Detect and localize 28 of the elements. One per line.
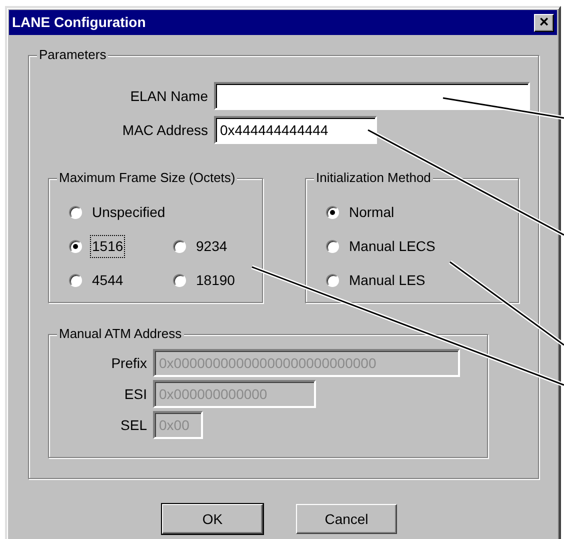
input-field[interactable]: 0x444444444444 (214, 116, 377, 144)
option-label: Unspecified (91, 202, 166, 222)
window-title: LANE Configuration (12, 13, 146, 32)
option-label: Manual LECS (348, 236, 436, 256)
field-label: ELAN Name (129, 86, 208, 106)
group-title: Maximum Frame Size (Octets) (57, 170, 238, 186)
option-label: 18190 (195, 270, 236, 290)
field-label: Prefix (110, 354, 147, 372)
radio-button[interactable] (326, 240, 339, 252)
input-field[interactable] (214, 82, 530, 110)
radio-button[interactable] (173, 240, 186, 252)
option-label: 1516 (90, 234, 126, 258)
radio-button[interactable] (69, 274, 82, 286)
option-label: 4544 (91, 270, 124, 290)
option-label: Manual LES (348, 270, 426, 290)
radio-button[interactable] (173, 274, 186, 286)
dialog-button[interactable]: OK (162, 504, 263, 534)
field-label: SEL (120, 416, 147, 434)
radio-button[interactable] (326, 274, 339, 286)
close-button[interactable]: × (534, 14, 554, 32)
dialog-button[interactable]: Cancel (296, 504, 397, 534)
field-label: ESI (123, 384, 147, 404)
radio-button[interactable] (69, 206, 82, 218)
option-label: 9234 (195, 236, 228, 256)
field-label: MAC Address (121, 120, 208, 140)
radio-button[interactable] (69, 240, 82, 252)
radio-button[interactable] (326, 206, 339, 218)
option-label: Normal (348, 202, 396, 222)
